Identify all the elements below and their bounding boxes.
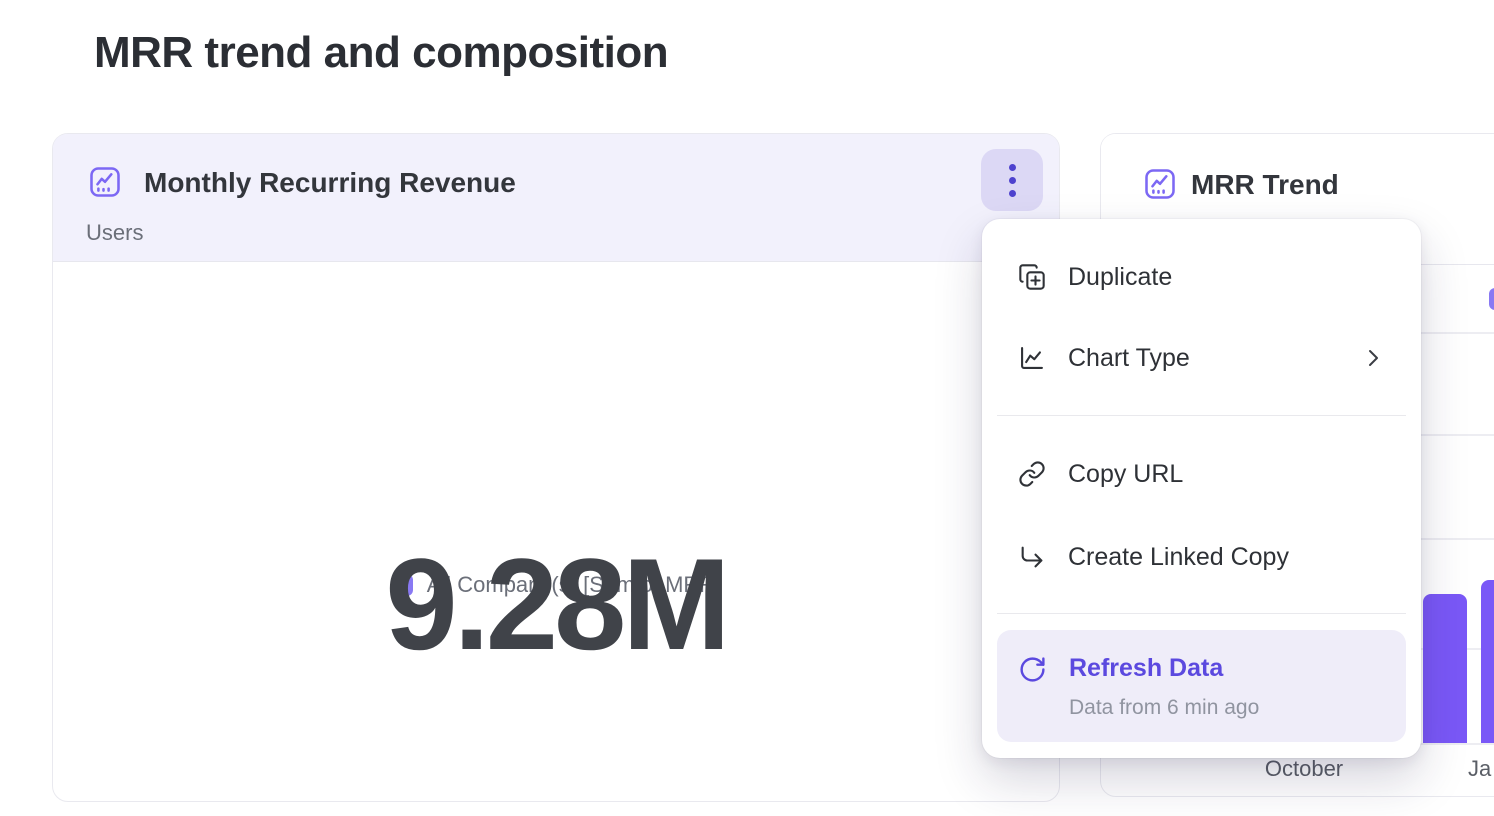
mrr-card: Monthly Recurring Revenue Users All Comp… — [52, 133, 1060, 802]
link-icon — [1018, 460, 1046, 488]
menu-item-label: Refresh Data — [1069, 654, 1223, 683]
trend-bar — [1423, 594, 1467, 743]
x-axis-label: October — [1265, 756, 1343, 782]
trend-card-title: MRR Trend — [1191, 169, 1339, 201]
page-title: MRR trend and composition — [94, 28, 668, 78]
refresh-status-text: Data from 6 min ago — [1069, 696, 1259, 720]
menu-item-chart-type[interactable]: Chart Type — [982, 328, 1421, 388]
menu-item-copy-url[interactable]: Copy URL — [982, 444, 1421, 504]
corner-down-right-icon — [1018, 543, 1046, 571]
menu-item-label: Copy URL — [1068, 460, 1183, 489]
trend-bar — [1481, 580, 1494, 743]
menu-item-label: Chart Type — [1068, 344, 1190, 373]
mrr-card-header: Monthly Recurring Revenue Users — [53, 134, 1059, 262]
menu-item-refresh-data[interactable]: Refresh Data Data from 6 min ago — [997, 630, 1406, 742]
kebab-menu-icon — [1009, 164, 1016, 171]
card-options-button[interactable] — [981, 149, 1043, 211]
chart-icon — [87, 164, 123, 200]
menu-item-create-linked-copy[interactable]: Create Linked Copy — [982, 527, 1421, 587]
chart-icon — [1142, 166, 1178, 202]
chart-line-icon — [1018, 344, 1046, 372]
menu-divider — [997, 613, 1406, 614]
refresh-icon — [1018, 655, 1047, 684]
mrr-value: 9.28M — [53, 474, 1059, 734]
menu-divider — [997, 415, 1406, 416]
trend-legend-swatch — [1489, 288, 1494, 310]
chevron-right-icon — [1361, 346, 1385, 370]
card-context-menu: Duplicate Chart Type Copy URL — [982, 219, 1421, 758]
menu-item-duplicate[interactable]: Duplicate — [982, 247, 1421, 307]
copy-plus-icon — [1018, 263, 1046, 291]
x-axis-label: Ja — [1468, 756, 1491, 782]
mrr-card-title: Monthly Recurring Revenue — [144, 167, 516, 199]
mrr-card-subtitle: Users — [86, 220, 143, 246]
menu-item-label: Create Linked Copy — [1068, 543, 1289, 572]
menu-item-label: Duplicate — [1068, 263, 1172, 292]
